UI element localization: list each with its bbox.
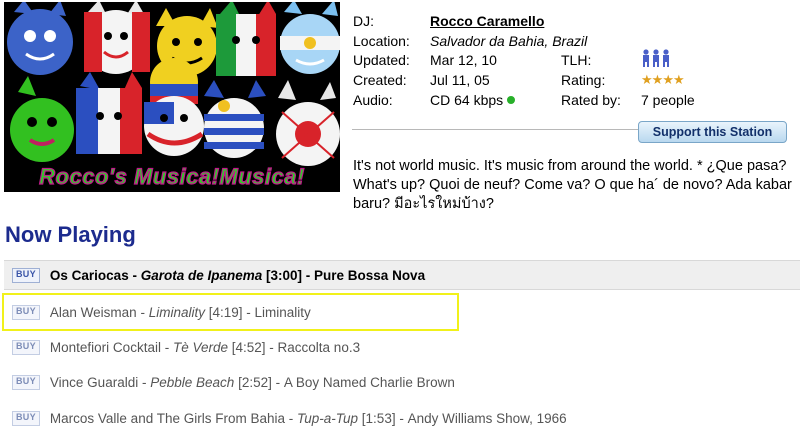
buy-button[interactable]: BUY: [12, 304, 40, 320]
italy-cat: [216, 2, 276, 76]
track-song: Tup-a-Tup: [297, 410, 359, 426]
track-duration: [1:53]: [361, 410, 396, 426]
canada-cat: [84, 2, 150, 74]
track-row[interactable]: BUY Os Cariocas - Garota de Ipanema [3:0…: [4, 260, 800, 290]
track-duration: [4:52]: [231, 339, 266, 355]
tlh-label: TLH:: [561, 52, 592, 68]
track-album: Raccolta no.3: [277, 339, 361, 355]
blue-cat: [7, 2, 73, 75]
track-artist: Os Cariocas: [49, 267, 129, 283]
divider: [352, 129, 639, 130]
star-icon: ★: [641, 72, 653, 87]
online-status-icon: [507, 96, 516, 104]
support-station-button[interactable]: Support this Station: [638, 121, 787, 143]
track-row[interactable]: BUY Montefiori Cocktail - Tè Verde [4:52…: [4, 333, 800, 361]
rating-stars: ★★★★: [641, 71, 685, 88]
usa-cat: [144, 96, 204, 156]
track-artist: Marcos Valle and The Girls From Bahia: [49, 410, 285, 426]
logo-title-text: Rocco's Musica!Musica!: [39, 164, 305, 189]
track-artist: Alan Weisman: [49, 304, 137, 320]
station-logo[interactable]: Rocco's Musica!Musica!: [4, 2, 340, 192]
track-album: Andy Williams Show, 1966: [407, 410, 567, 426]
updated-value: Mar 12, 10: [430, 52, 497, 68]
green-cat: [10, 76, 74, 162]
france-cat: [76, 72, 142, 154]
track-artist: Montefiori Cocktail: [49, 339, 161, 355]
rating-label: Rating:: [561, 72, 606, 88]
dj-name-link[interactable]: Rocco Caramello: [430, 13, 544, 30]
updated-label: Updated:: [353, 52, 410, 68]
track-song: Pebble Beach: [150, 374, 235, 390]
audio-quality: CD 64 kbps: [430, 92, 504, 108]
location-label: Location:: [353, 33, 410, 49]
rated-by-value: 7 people: [641, 92, 695, 108]
star-icon: ★: [662, 72, 674, 87]
track-song: Garota de Ipanema: [140, 267, 263, 283]
track-album: Liminality: [254, 304, 311, 320]
track-duration: [3:00]: [266, 267, 303, 283]
japan-cat: [276, 80, 340, 166]
track-album: Pure Bossa Nova: [314, 267, 426, 283]
rated-by-label: Rated by:: [561, 92, 621, 108]
star-icon: ★: [651, 72, 664, 87]
star-icon: ★: [672, 72, 685, 87]
tlh-people-icon: [641, 48, 671, 72]
buy-button[interactable]: BUY: [12, 410, 40, 426]
buy-button[interactable]: BUY: [12, 374, 40, 390]
track-duration: [2:52]: [238, 374, 272, 390]
track-song: Liminality: [148, 304, 205, 320]
dj-label: DJ:: [353, 13, 374, 29]
track-album: A Boy Named Charlie Brown: [283, 374, 455, 390]
audio-label: Audio:: [353, 92, 393, 108]
track-row[interactable]: BUY Vince Guaraldi - Pebble Beach [2:52]…: [4, 368, 800, 396]
argentina-cat: [280, 2, 340, 74]
buy-button[interactable]: BUY: [12, 267, 40, 283]
track-row[interactable]: BUY Alan Weisman - Liminality [4:19] - L…: [4, 298, 800, 326]
now-playing-heading: Now Playing: [5, 222, 136, 247]
created-label: Created:: [353, 72, 407, 88]
created-value: Jul 11, 05: [430, 72, 490, 88]
track-song: Tè Verde: [172, 339, 228, 355]
cat-faces-artwork: Rocco's Musica!Musica!: [7, 2, 340, 190]
audio-value: CD 64 kbps: [430, 92, 516, 109]
track-artist: Vince Guaraldi: [49, 374, 139, 390]
buy-button[interactable]: BUY: [12, 339, 40, 355]
track-duration: [4:19]: [208, 304, 243, 320]
location-value: Salvador da Bahia, Brazil: [430, 33, 588, 49]
station-description: It's not world music. It's music from ar…: [353, 158, 792, 212]
uruguay-cat: [204, 80, 266, 158]
